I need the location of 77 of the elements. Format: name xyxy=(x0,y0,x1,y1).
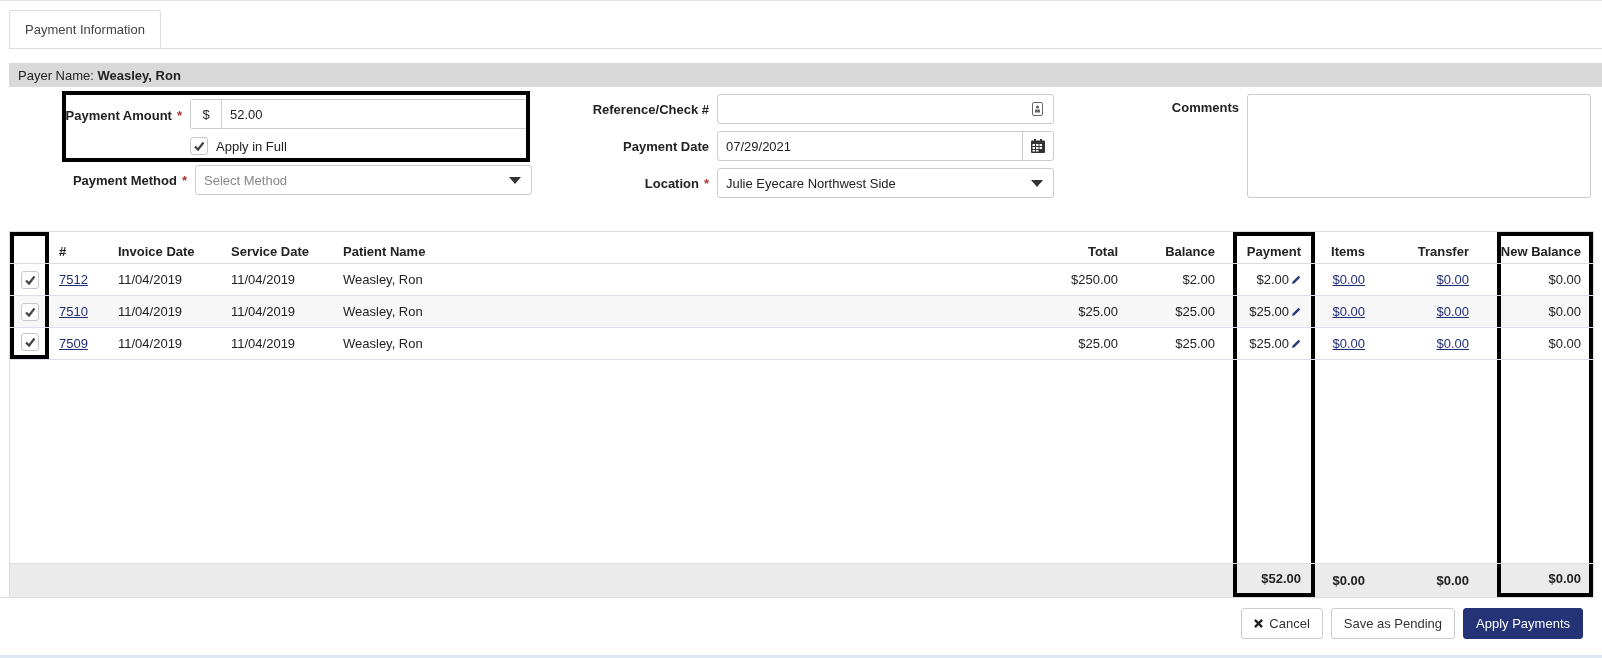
column-header: Invoice Date xyxy=(117,243,196,261)
required-mark: * xyxy=(176,108,182,123)
payment-date-field[interactable]: 07/29/2021 xyxy=(717,131,1054,161)
apply-payments-button[interactable]: Apply Payments xyxy=(1463,608,1583,639)
card-icon xyxy=(1032,102,1043,116)
table-cell: 11/04/2019 xyxy=(231,272,296,287)
checkbox-label: Apply in Full xyxy=(216,138,287,154)
invoice-link[interactable]: 7512 xyxy=(59,272,88,287)
table-cell: 11/04/2019 xyxy=(118,304,183,319)
column-header: Total xyxy=(1086,243,1119,261)
caret-icon xyxy=(509,176,521,184)
field-label: Payment Method xyxy=(72,172,177,188)
save-pending-button[interactable]: Save as Pending xyxy=(1330,608,1456,639)
table-cell: 11/04/2019 xyxy=(231,336,296,351)
field-label: Reference/Check # xyxy=(592,101,709,117)
field-label: Location xyxy=(644,175,699,191)
checkbox[interactable] xyxy=(20,332,39,351)
table-cell: $0.00 xyxy=(1548,304,1581,319)
checkbox[interactable] xyxy=(20,270,39,289)
total-cell: $0.00 xyxy=(1436,573,1469,588)
reference-field[interactable] xyxy=(717,94,1054,124)
table-cell: Weasley, Ron xyxy=(343,272,423,287)
table-cell: Weasley, Ron xyxy=(343,336,423,351)
field-label: Payment Amount xyxy=(65,108,172,123)
table-cell: $250.00 xyxy=(1071,272,1118,287)
column-header: # xyxy=(58,243,68,261)
table-cell: 11/04/2019 xyxy=(231,304,296,319)
table-cell: $25.00 xyxy=(1249,336,1289,351)
table-cell: $2.00 xyxy=(1256,272,1289,287)
required-mark: * xyxy=(181,172,187,188)
column-header: Balance xyxy=(1164,243,1216,261)
table-cell: $25.00 xyxy=(1249,304,1289,319)
pencil-icon[interactable] xyxy=(1292,307,1301,316)
calendar-icon xyxy=(1031,139,1045,153)
total-cell: $52.00 xyxy=(1261,571,1301,586)
table-cell: 11/04/2019 xyxy=(118,336,183,351)
amount-link[interactable]: $0.00 xyxy=(1436,304,1469,319)
amount-link[interactable]: $0.00 xyxy=(1332,336,1365,351)
amount-link[interactable]: $0.00 xyxy=(1436,272,1469,287)
table-cell: $25.00 xyxy=(1175,336,1215,351)
close-icon xyxy=(1254,619,1264,628)
invoice-link[interactable]: 7510 xyxy=(59,304,88,319)
checkbox[interactable] xyxy=(190,137,208,155)
total-cell: $0.00 xyxy=(1332,573,1365,588)
amount-link[interactable]: $0.00 xyxy=(1436,336,1469,351)
table-cell: $25.00 xyxy=(1078,336,1118,351)
total-cell: $0.00 xyxy=(1548,571,1581,586)
payment-tab[interactable]: Payment Information xyxy=(9,10,161,48)
table-cell: $25.00 xyxy=(1078,304,1118,319)
amount-link[interactable]: $0.00 xyxy=(1332,304,1365,319)
column-header: Items xyxy=(1330,243,1366,261)
pencil-icon[interactable] xyxy=(1292,275,1301,284)
field-label: Comments xyxy=(1170,99,1240,115)
column-header: New Balance xyxy=(1497,232,1593,263)
comments-field[interactable] xyxy=(1247,94,1591,198)
caret-icon xyxy=(1031,179,1043,187)
required-mark: * xyxy=(703,175,709,191)
payer-name: Payer Name: Weasley, Ron xyxy=(18,67,181,83)
invoice-link[interactable]: 7509 xyxy=(59,336,88,351)
column-header: Service Date xyxy=(230,243,311,261)
column-header: Patient Name xyxy=(342,243,427,261)
amount-link[interactable]: $0.00 xyxy=(1332,272,1365,287)
table-cell: $25.00 xyxy=(1175,304,1215,319)
checkbox[interactable] xyxy=(20,302,39,321)
location-dropdown[interactable]: Julie Eyecare Northwest Side xyxy=(717,168,1054,198)
column-header: Transfer xyxy=(1416,243,1470,261)
table-cell: $0.00 xyxy=(1548,336,1581,351)
pencil-icon[interactable] xyxy=(1292,339,1301,348)
column-header: Payment xyxy=(1233,232,1315,263)
table-cell: Weasley, Ron xyxy=(343,304,423,319)
table-cell: $0.00 xyxy=(1548,272,1581,287)
payment-amount-field[interactable]: $ 52.00 xyxy=(190,99,526,129)
table-cell: 11/04/2019 xyxy=(118,272,183,287)
cancel-button[interactable]: Cancel xyxy=(1241,608,1323,639)
payment-method-dropdown[interactable]: Select Method xyxy=(195,165,532,195)
table-cell: $2.00 xyxy=(1182,272,1215,287)
field-label: Payment Date xyxy=(623,138,709,154)
